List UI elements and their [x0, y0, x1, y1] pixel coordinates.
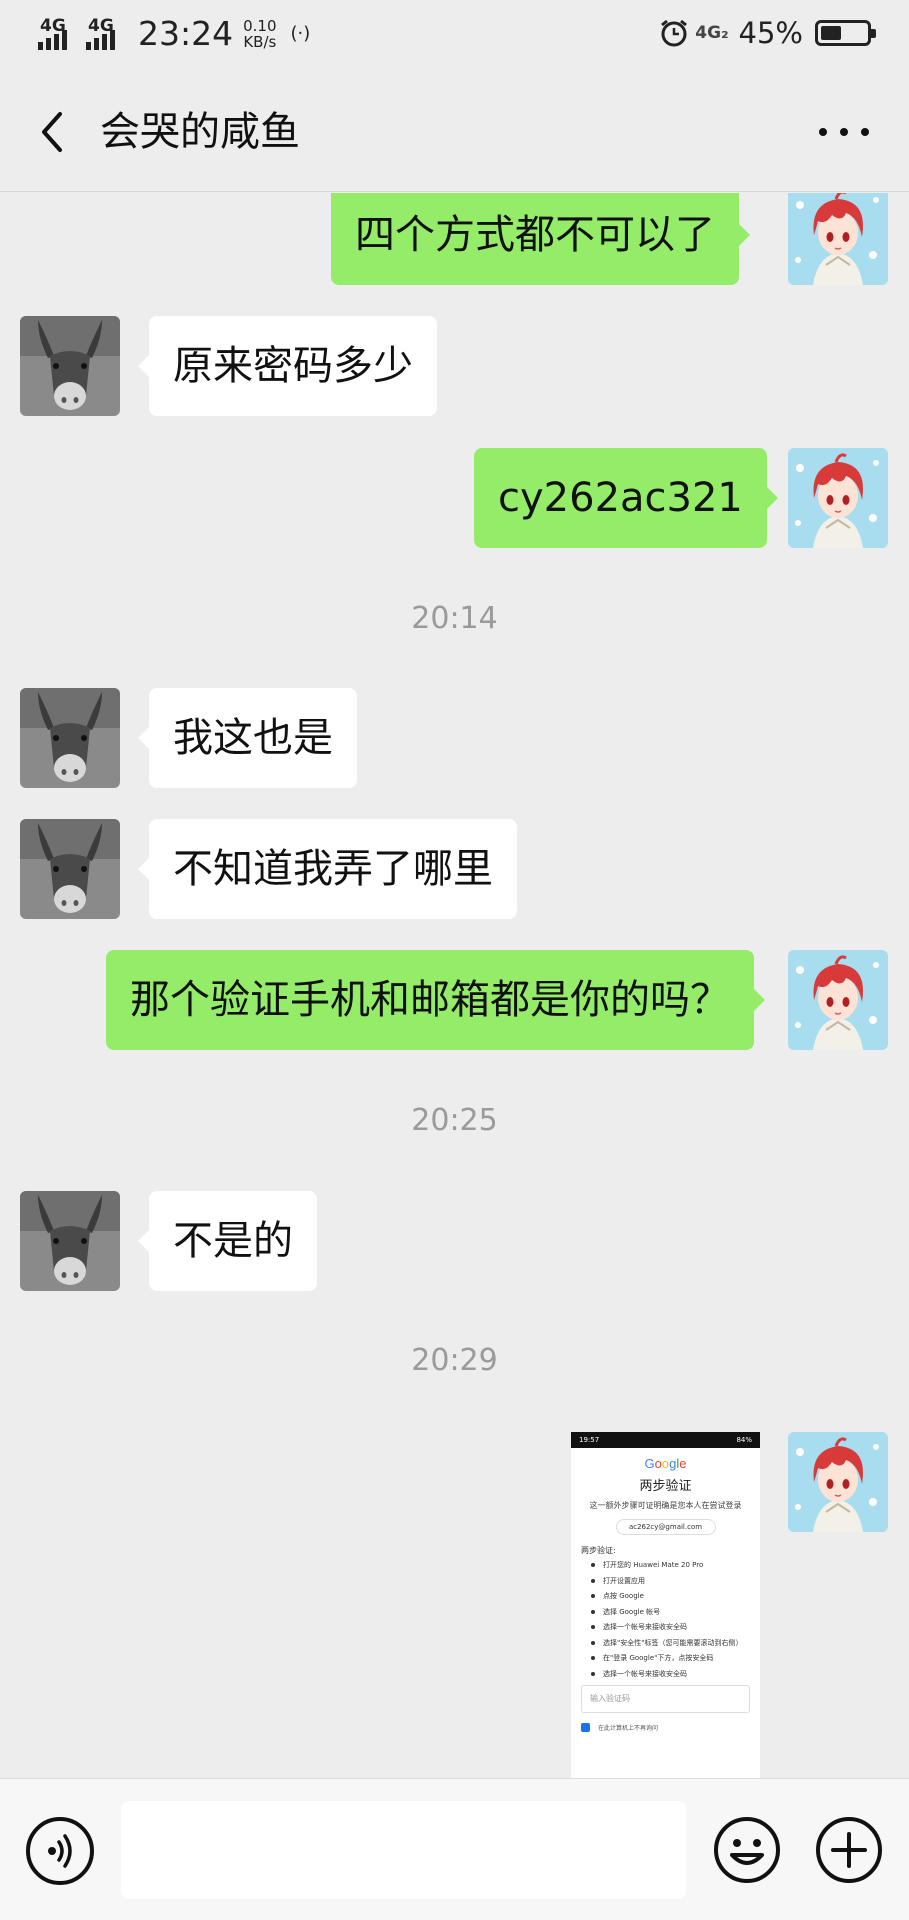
avatar-me[interactable] — [788, 448, 888, 548]
avatar-me[interactable] — [788, 1432, 888, 1532]
message-text: cy262ac321 — [498, 475, 743, 521]
message-bubble-incoming[interactable]: 我这也是 — [138, 688, 357, 788]
google-logo: Google — [644, 1456, 687, 1471]
list-item: 打开您的 Huawei Mate 20 Pro — [589, 1560, 754, 1570]
page-title: 会哭的咸鱼 — [100, 109, 300, 155]
list-item: 打开设置应用 — [589, 1576, 754, 1586]
input-bar — [0, 1778, 909, 1920]
message-text: 原来密码多少 — [173, 343, 413, 389]
screenshot-remember: 在此计算机上不再询问 — [581, 1722, 760, 1732]
message-text: 那个验证手机和邮箱都是你的吗？ — [130, 977, 730, 1023]
message-timestamp: 20:14 — [411, 601, 498, 636]
message-text: 四个方式都不可以了 — [355, 212, 715, 258]
message-bubble-incoming[interactable]: 原来密码多少 — [138, 316, 437, 416]
image-message[interactable]: 19:57 84% Google 两步验证 这一额外步骤可证明确是您本人在尝试登… — [571, 1432, 760, 1778]
more-button[interactable] — [819, 112, 869, 152]
more-dots-icon — [819, 128, 827, 136]
message-bubble-outgoing[interactable]: 四个方式都不可以了 — [331, 193, 750, 285]
battery-icon — [815, 20, 876, 46]
message-list[interactable]: 四个方式都不可以了 原来密码多少 cy262ac321 20:14 我这也是 不… — [0, 193, 909, 1778]
list-item: 选择"安全性"标签（您可能需要滚动到右侧） — [589, 1638, 754, 1648]
list-item: 选择 Google 帐号 — [589, 1607, 754, 1617]
hotspot-icon: (·) — [290, 23, 311, 44]
screenshot-heading: 两步验证 — [639, 1479, 692, 1494]
avatar-me[interactable] — [788, 950, 888, 1050]
network-4g2-icon: 4G₂ — [695, 23, 729, 43]
avatar-contact[interactable] — [20, 1191, 120, 1291]
screenshot-code-field: 输入验证码 — [581, 1684, 750, 1713]
checkbox-icon — [581, 1722, 590, 1732]
voice-icon — [48, 1834, 72, 1868]
emoji-button[interactable] — [712, 1815, 782, 1885]
plus-icon — [816, 1817, 882, 1883]
list-item: 点按 Google — [589, 1591, 754, 1601]
avatar-contact[interactable] — [20, 688, 120, 788]
list-item: 选择一个帐号来接收安全码 — [589, 1669, 754, 1679]
more-functions-button[interactable] — [814, 1815, 884, 1885]
screenshot-steps: 打开您的 Huawei Mate 20 Pro 打开设置应用 点按 Google… — [589, 1560, 754, 1679]
message-input[interactable] — [121, 1801, 686, 1899]
avatar-contact[interactable] — [20, 316, 120, 416]
battery-percent: 45% — [738, 16, 803, 50]
emoji-icon — [714, 1817, 780, 1883]
message-timestamp: 20:29 — [411, 1343, 498, 1378]
status-time: 23:24 — [138, 14, 234, 53]
message-bubble-outgoing[interactable]: cy262ac321 — [474, 448, 778, 548]
list-item: 在"登录 Google"下方，点按安全码 — [589, 1653, 754, 1663]
message-bubble-incoming[interactable]: 不是的 — [138, 1191, 317, 1291]
screenshot-steps-intro: 两步验证: — [581, 1546, 616, 1555]
message-text: 我这也是 — [173, 715, 333, 761]
chevron-left-icon — [42, 112, 62, 152]
screenshot-account: ac262cy@gmail.com — [615, 1519, 716, 1535]
list-item: 选择一个帐号来接收安全码 — [589, 1622, 754, 1632]
message-text: 不知道我弄了哪里 — [173, 846, 493, 892]
message-text: 不是的 — [173, 1218, 293, 1264]
status-bar: 4G 4G 23:24 0.10 KB/s (·) 4G₂ 45% — [0, 0, 909, 72]
message-timestamp: 20:25 — [411, 1103, 498, 1138]
screenshot-status-bar: 19:57 84% — [571, 1432, 760, 1448]
network-speed: 0.10 KB/s — [243, 16, 277, 51]
avatar-me[interactable] — [788, 193, 888, 285]
alarm-icon — [661, 19, 688, 47]
signal-2-icon: 4G — [86, 16, 128, 52]
voice-button[interactable] — [26, 1817, 94, 1885]
avatar-contact[interactable] — [20, 819, 120, 919]
message-bubble-outgoing[interactable]: 那个验证手机和邮箱都是你的吗？ — [106, 950, 765, 1050]
chat-header: 会哭的咸鱼 — [0, 72, 909, 192]
back-button[interactable] — [30, 102, 80, 162]
signal-1-icon: 4G — [38, 16, 80, 52]
message-bubble-incoming[interactable]: 不知道我弄了哪里 — [138, 819, 517, 919]
screenshot-description: 这一额外步骤可证明确是您本人在尝试登录 — [589, 1501, 742, 1510]
